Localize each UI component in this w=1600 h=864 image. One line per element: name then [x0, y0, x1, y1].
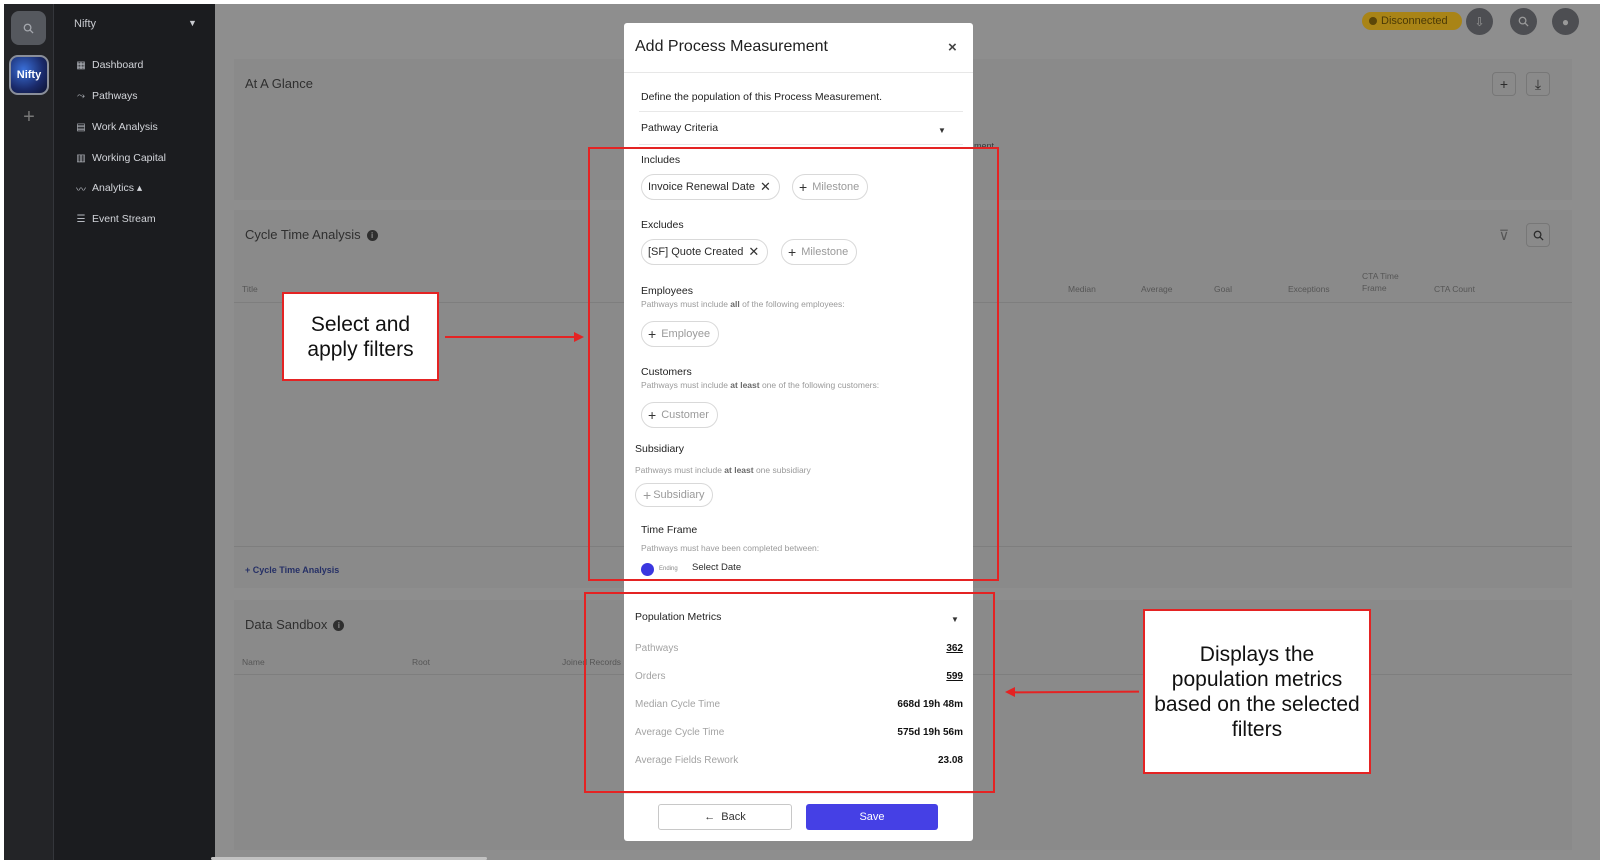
card-title: Cycle Time Analysis i — [245, 227, 378, 242]
modal-title: Add Process Measurement — [635, 38, 828, 55]
column-header: Median — [1068, 284, 1096, 294]
download-icon: ⇩ — [1474, 14, 1485, 29]
info-icon[interactable]: i — [333, 620, 345, 631]
column-header: Name — [242, 657, 265, 667]
add-cycle-time-analysis-link[interactable]: + Cycle Time Analysis — [245, 565, 339, 575]
icon-rail: Nifty + — [4, 4, 54, 860]
divider — [639, 144, 963, 145]
arrow-right-icon — [574, 332, 584, 342]
cycle-time-title: Cycle Time Analysis — [245, 227, 361, 242]
event-stream-icon: ☰ — [76, 213, 86, 225]
pathways-icon: ⤳ — [77, 90, 85, 102]
horizontal-scrollbar[interactable] — [211, 857, 487, 860]
nav-item-label: Work Analysis — [92, 121, 158, 133]
info-icon[interactable]: i — [366, 230, 378, 241]
download-button[interactable]: ⇩ — [1466, 8, 1493, 35]
arrow-left-icon: ← — [704, 811, 716, 823]
connection-status-badge: Disconnected — [1362, 12, 1462, 30]
export-button[interactable]: ⤓ — [1526, 72, 1550, 96]
column-header: Root — [412, 657, 430, 667]
data-sandbox-title: Data Sandbox — [245, 617, 328, 632]
annotation-population-metrics: Displays the population metrics based on… — [1143, 609, 1371, 774]
save-button[interactable]: Save — [806, 804, 938, 830]
column-header: Title — [242, 284, 258, 294]
nav-item-dashboard[interactable]: ▦ Dashboard — [75, 57, 143, 73]
search-icon — [1533, 230, 1544, 241]
close-icon[interactable]: × — [948, 39, 957, 56]
search-icon — [23, 23, 34, 34]
global-search-button[interactable] — [1510, 8, 1537, 35]
divider — [639, 111, 963, 112]
chevron-down-icon[interactable]: ▼ — [188, 18, 197, 28]
connection-status-text: Disconnected — [1381, 15, 1448, 27]
chevron-down-icon[interactable]: ▼ — [938, 126, 946, 135]
nav-item-label: Working Capital — [92, 152, 166, 164]
card-title: At A Glance — [245, 76, 313, 91]
annotation-arrow-line — [445, 336, 575, 338]
add-widget-button[interactable]: + — [1492, 72, 1516, 96]
nav-item-event-stream[interactable]: ☰ Event Stream — [75, 211, 156, 227]
pathway-criteria-toggle[interactable]: Pathway Criteria — [641, 122, 718, 134]
column-header: Exceptions — [1288, 284, 1330, 294]
filters-highlight-box — [588, 147, 999, 581]
filter-off-icon: ⊽ — [1498, 226, 1510, 243]
column-header: Average — [1141, 284, 1173, 294]
column-header: CTA Count — [1434, 284, 1475, 294]
download-icon: ⤓ — [1534, 75, 1542, 92]
work-analysis-icon: ▤ — [76, 121, 86, 133]
workspace-logo[interactable]: Nifty — [9, 55, 49, 95]
clear-filter-button[interactable]: ⊽ — [1492, 223, 1516, 247]
user-icon: ● — [1561, 14, 1570, 29]
nav-item-working-capital[interactable]: ▥ Working Capital — [75, 150, 166, 166]
divider — [624, 793, 973, 794]
plus-icon: + — [1499, 76, 1509, 92]
dashboard-icon: ▦ — [76, 59, 86, 71]
modal-header: Add Process Measurement × — [624, 23, 973, 73]
rail-search-button[interactable] — [11, 11, 46, 45]
working-capital-icon: ▥ — [76, 152, 86, 164]
column-header: Goal — [1214, 284, 1232, 294]
nav-item-label: Event Stream — [92, 213, 156, 225]
modal-description: Define the population of this Process Me… — [641, 91, 883, 103]
card-title: Data Sandbox i — [245, 617, 345, 632]
analytics-icon: 〰 — [76, 184, 86, 196]
add-workspace-button[interactable]: + — [19, 107, 39, 127]
workspace-logo-text: Nifty — [16, 69, 42, 81]
search-icon — [1518, 16, 1529, 27]
workspace-name[interactable]: Nifty — [74, 18, 96, 30]
nav-item-analytics[interactable]: 〰 Analytics ▴ — [75, 180, 142, 196]
nav-item-label: Dashboard — [92, 59, 144, 71]
nav-item-label: Pathways — [92, 90, 138, 102]
nav-item-label: Analytics ▴ — [92, 182, 143, 194]
nav-sidebar: Nifty ▼ ▦ Dashboard ⤳ Pathways ▤ Work An… — [54, 4, 215, 860]
back-button[interactable]: ← Back — [658, 804, 792, 830]
column-header: CTA Time Frame — [1362, 271, 1399, 293]
nav-item-work-analysis[interactable]: ▤ Work Analysis — [75, 119, 158, 135]
user-menu-button[interactable]: ● — [1552, 8, 1579, 35]
table-search-button[interactable] — [1526, 223, 1550, 247]
back-label: Back — [721, 811, 746, 823]
nav-item-pathways[interactable]: ⤳ Pathways — [75, 88, 138, 104]
annotation-select-filters: Select and apply filters — [282, 292, 439, 381]
app-frame: Nifty + Nifty ▼ ▦ Dashboard ⤳ Pathways ▤… — [4, 4, 1600, 860]
status-dot-icon — [1369, 17, 1377, 25]
metrics-highlight-box — [584, 592, 995, 793]
